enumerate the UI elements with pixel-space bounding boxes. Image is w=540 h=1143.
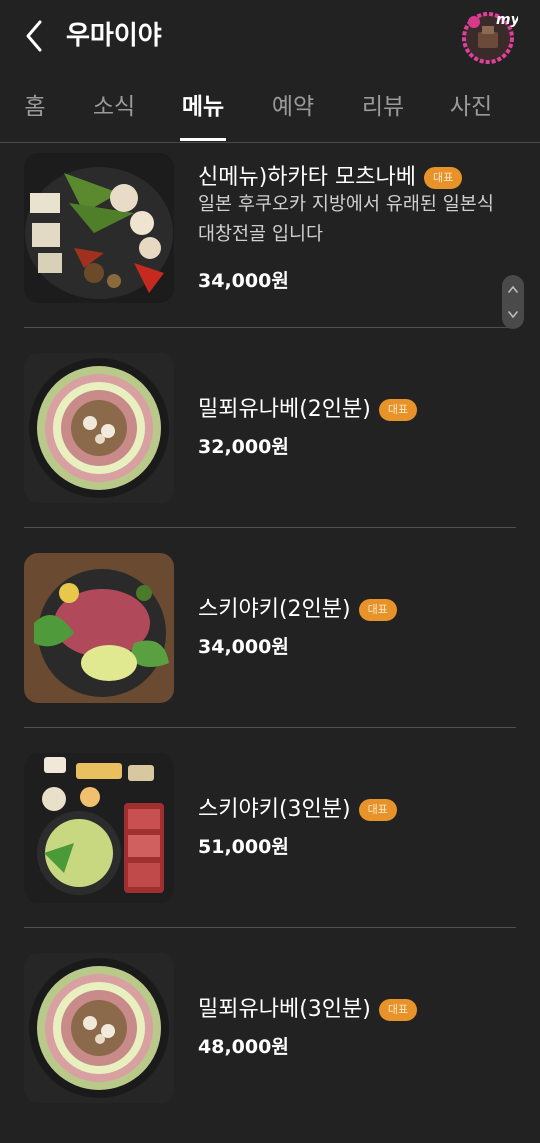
tab-bar: 홈 소식 메뉴 예약 리뷰 사진: [0, 80, 540, 143]
menu-item-photo: [24, 353, 174, 503]
menu-item-price: 51,000원: [198, 836, 289, 858]
logo-image: my: [462, 12, 521, 64]
menu-item[interactable]: 신메뉴)하카타 모츠나베 대표 일본 후쿠오카 지방에서 유래된 일본식 대창전골…: [24, 143, 516, 343]
menu-item[interactable]: 스키야키(2인분) 대표 34,000원: [24, 543, 516, 743]
divider: [24, 327, 516, 328]
tab-reservation[interactable]: 예약: [258, 92, 328, 122]
menu-item-name: 신메뉴)하카타 모츠나베: [198, 165, 416, 190]
scroll-handle[interactable]: [502, 275, 524, 329]
divider: [24, 927, 516, 928]
signature-badge: 대표: [358, 599, 397, 621]
menu-item-photo: [24, 553, 174, 703]
menu-item-photo: [24, 953, 174, 1103]
menu-item[interactable]: 스키야키(3인분) 대표 51,000원: [24, 743, 516, 943]
menu-item-name: 스키야키(3인분): [198, 797, 351, 822]
page-title: 우마이야: [66, 21, 162, 51]
signature-badge: 대표: [378, 399, 418, 421]
menu-item-photo: [24, 153, 174, 303]
menu-item-price: 32,000원: [198, 436, 289, 458]
menu-item[interactable]: 밀푀유나베(3인분) 대표 48,000원: [24, 943, 516, 1143]
menu-item-price: 34,000원: [198, 636, 289, 658]
signature-badge: 대표: [358, 799, 397, 821]
tab-photos[interactable]: 사진: [436, 92, 506, 122]
svg-text:my: my: [496, 12, 518, 28]
signature-badge: 대표: [423, 167, 463, 189]
scroll-arrows-icon: [508, 285, 518, 319]
divider: [24, 527, 516, 528]
menu-item-name: 밀푀유나베(3인분): [198, 997, 371, 1022]
active-tab-indicator: [180, 138, 226, 141]
chevron-left-icon: [26, 20, 42, 52]
store-logo[interactable]: my: [460, 8, 521, 64]
menu-item-description: 일본 후쿠오카 지방에서 유래된 일본식 대창전골 입니다: [198, 194, 494, 245]
signature-badge: 대표: [378, 999, 418, 1021]
back-button[interactable]: [18, 16, 54, 56]
divider: [24, 727, 516, 728]
tab-news[interactable]: 소식: [79, 92, 149, 122]
menu-item-price: 48,000원: [198, 1036, 289, 1058]
menu-item[interactable]: 밀푀유나베(2인분) 대표 32,000원: [24, 343, 516, 543]
menu-item-name: 스키야키(2인분): [198, 597, 351, 622]
tab-reviews[interactable]: 리뷰: [348, 92, 418, 122]
menu-item-photo: [24, 753, 174, 903]
tab-menu[interactable]: 메뉴: [168, 92, 238, 122]
tab-home[interactable]: 홈: [0, 92, 70, 122]
menu-item-price: 34,000원: [198, 270, 289, 292]
app-header: 우마이야 my: [0, 0, 540, 72]
menu-item-name: 밀푀유나베(2인분): [198, 397, 371, 422]
